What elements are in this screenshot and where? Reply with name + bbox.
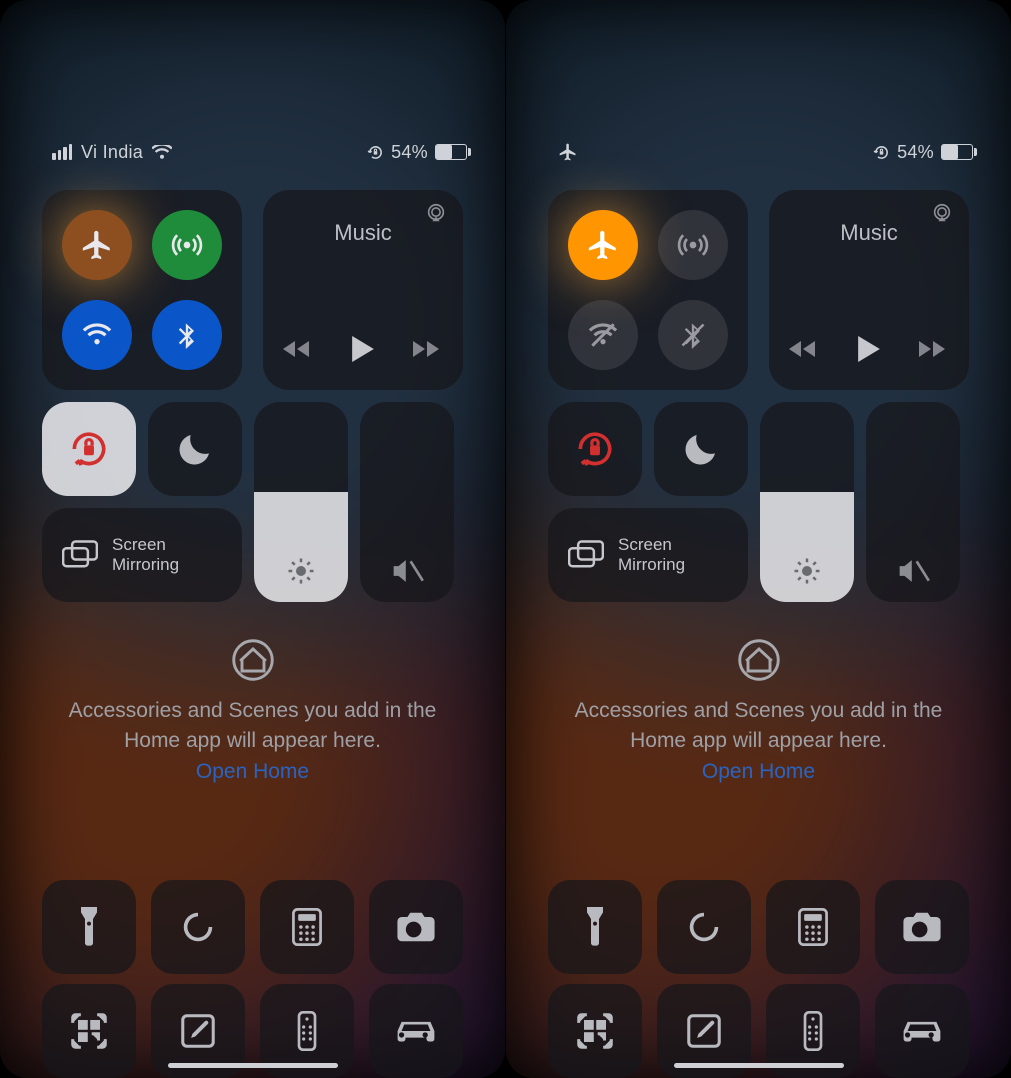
carplay-button[interactable] [369,984,463,1078]
orientation-lock-button[interactable] [548,402,642,496]
status-bar: Vi India 54% [52,138,467,166]
forward-icon[interactable] [413,338,443,360]
bluetooth-button[interactable] [658,300,728,370]
flashlight-button[interactable] [548,880,642,974]
mirroring-icon [568,540,604,570]
battery-icon [435,144,467,160]
carplay-button[interactable] [875,984,969,1078]
mute-icon [866,556,960,586]
do-not-disturb-button[interactable] [148,402,242,496]
mirroring-icon [62,540,98,570]
screen-after: 54% [506,0,1011,1078]
shortcut-row-1 [42,880,463,974]
music-tile[interactable]: Music [769,190,969,390]
play-icon[interactable] [352,336,374,362]
home-icon [60,638,445,682]
home-section: Accessories and Scenes you add in the Ho… [566,638,951,784]
music-label: Music [769,220,969,246]
orientation-lock-status-icon [367,144,384,161]
connectivity-tile[interactable] [42,190,242,390]
screen-before: Vi India 54% [0,0,505,1078]
home-text: Accessories and Scenes you add in the Ho… [60,696,445,756]
camera-button[interactable] [369,880,463,974]
home-indicator[interactable] [674,1063,844,1068]
wifi-status-icon [152,145,172,160]
bluetooth-button[interactable] [152,300,222,370]
play-icon[interactable] [858,336,880,362]
mirror-line2: Mirroring [618,555,685,574]
orientation-lock-button[interactable] [42,402,136,496]
signal-icon [52,144,72,160]
volume-slider[interactable] [360,402,454,602]
calculator-button[interactable] [766,880,860,974]
cellular-data-button[interactable] [658,210,728,280]
rewind-icon[interactable] [283,338,313,360]
rewind-icon[interactable] [789,338,819,360]
brightness-slider[interactable] [760,402,854,602]
open-home-link[interactable]: Open Home [60,760,445,784]
volume-slider[interactable] [866,402,960,602]
mirror-line1: Screen [618,535,672,554]
music-label: Music [263,220,463,246]
carrier-text: Vi India [81,142,143,163]
do-not-disturb-button[interactable] [654,402,748,496]
battery-text: 54% [897,142,934,163]
shortcut-row-1 [548,880,969,974]
home-section: Accessories and Scenes you add in the Ho… [60,638,445,784]
music-tile[interactable]: Music [263,190,463,390]
wifi-button[interactable] [568,300,638,370]
screen-mirroring-button[interactable]: ScreenMirroring [42,508,242,602]
brightness-slider[interactable] [254,402,348,602]
screen-mirroring-button[interactable]: ScreenMirroring [548,508,748,602]
orientation-lock-status-icon [873,144,890,161]
home-icon [566,638,951,682]
forward-icon[interactable] [919,338,949,360]
home-indicator[interactable] [168,1063,338,1068]
cellular-data-button[interactable] [152,210,222,280]
flashlight-button[interactable] [42,880,136,974]
brightness-icon [254,556,348,586]
qr-scanner-button[interactable] [548,984,642,1078]
mirror-line2: Mirroring [112,555,179,574]
status-bar: 54% [558,138,973,166]
mute-icon [360,556,454,586]
airplane-status-icon [558,142,578,162]
battery-text: 54% [391,142,428,163]
home-text: Accessories and Scenes you add in the Ho… [566,696,951,756]
wifi-button[interactable] [62,300,132,370]
mirror-line1: Screen [112,535,166,554]
qr-scanner-button[interactable] [42,984,136,1078]
brightness-icon [760,556,854,586]
timer-button[interactable] [657,880,751,974]
connectivity-tile[interactable] [548,190,748,390]
battery-icon [941,144,973,160]
camera-button[interactable] [875,880,969,974]
airplane-mode-button[interactable] [62,210,132,280]
screenshot-pair: Vi India 54% [0,0,1011,1078]
calculator-button[interactable] [260,880,354,974]
timer-button[interactable] [151,880,245,974]
open-home-link[interactable]: Open Home [566,760,951,784]
airplane-mode-button[interactable] [568,210,638,280]
